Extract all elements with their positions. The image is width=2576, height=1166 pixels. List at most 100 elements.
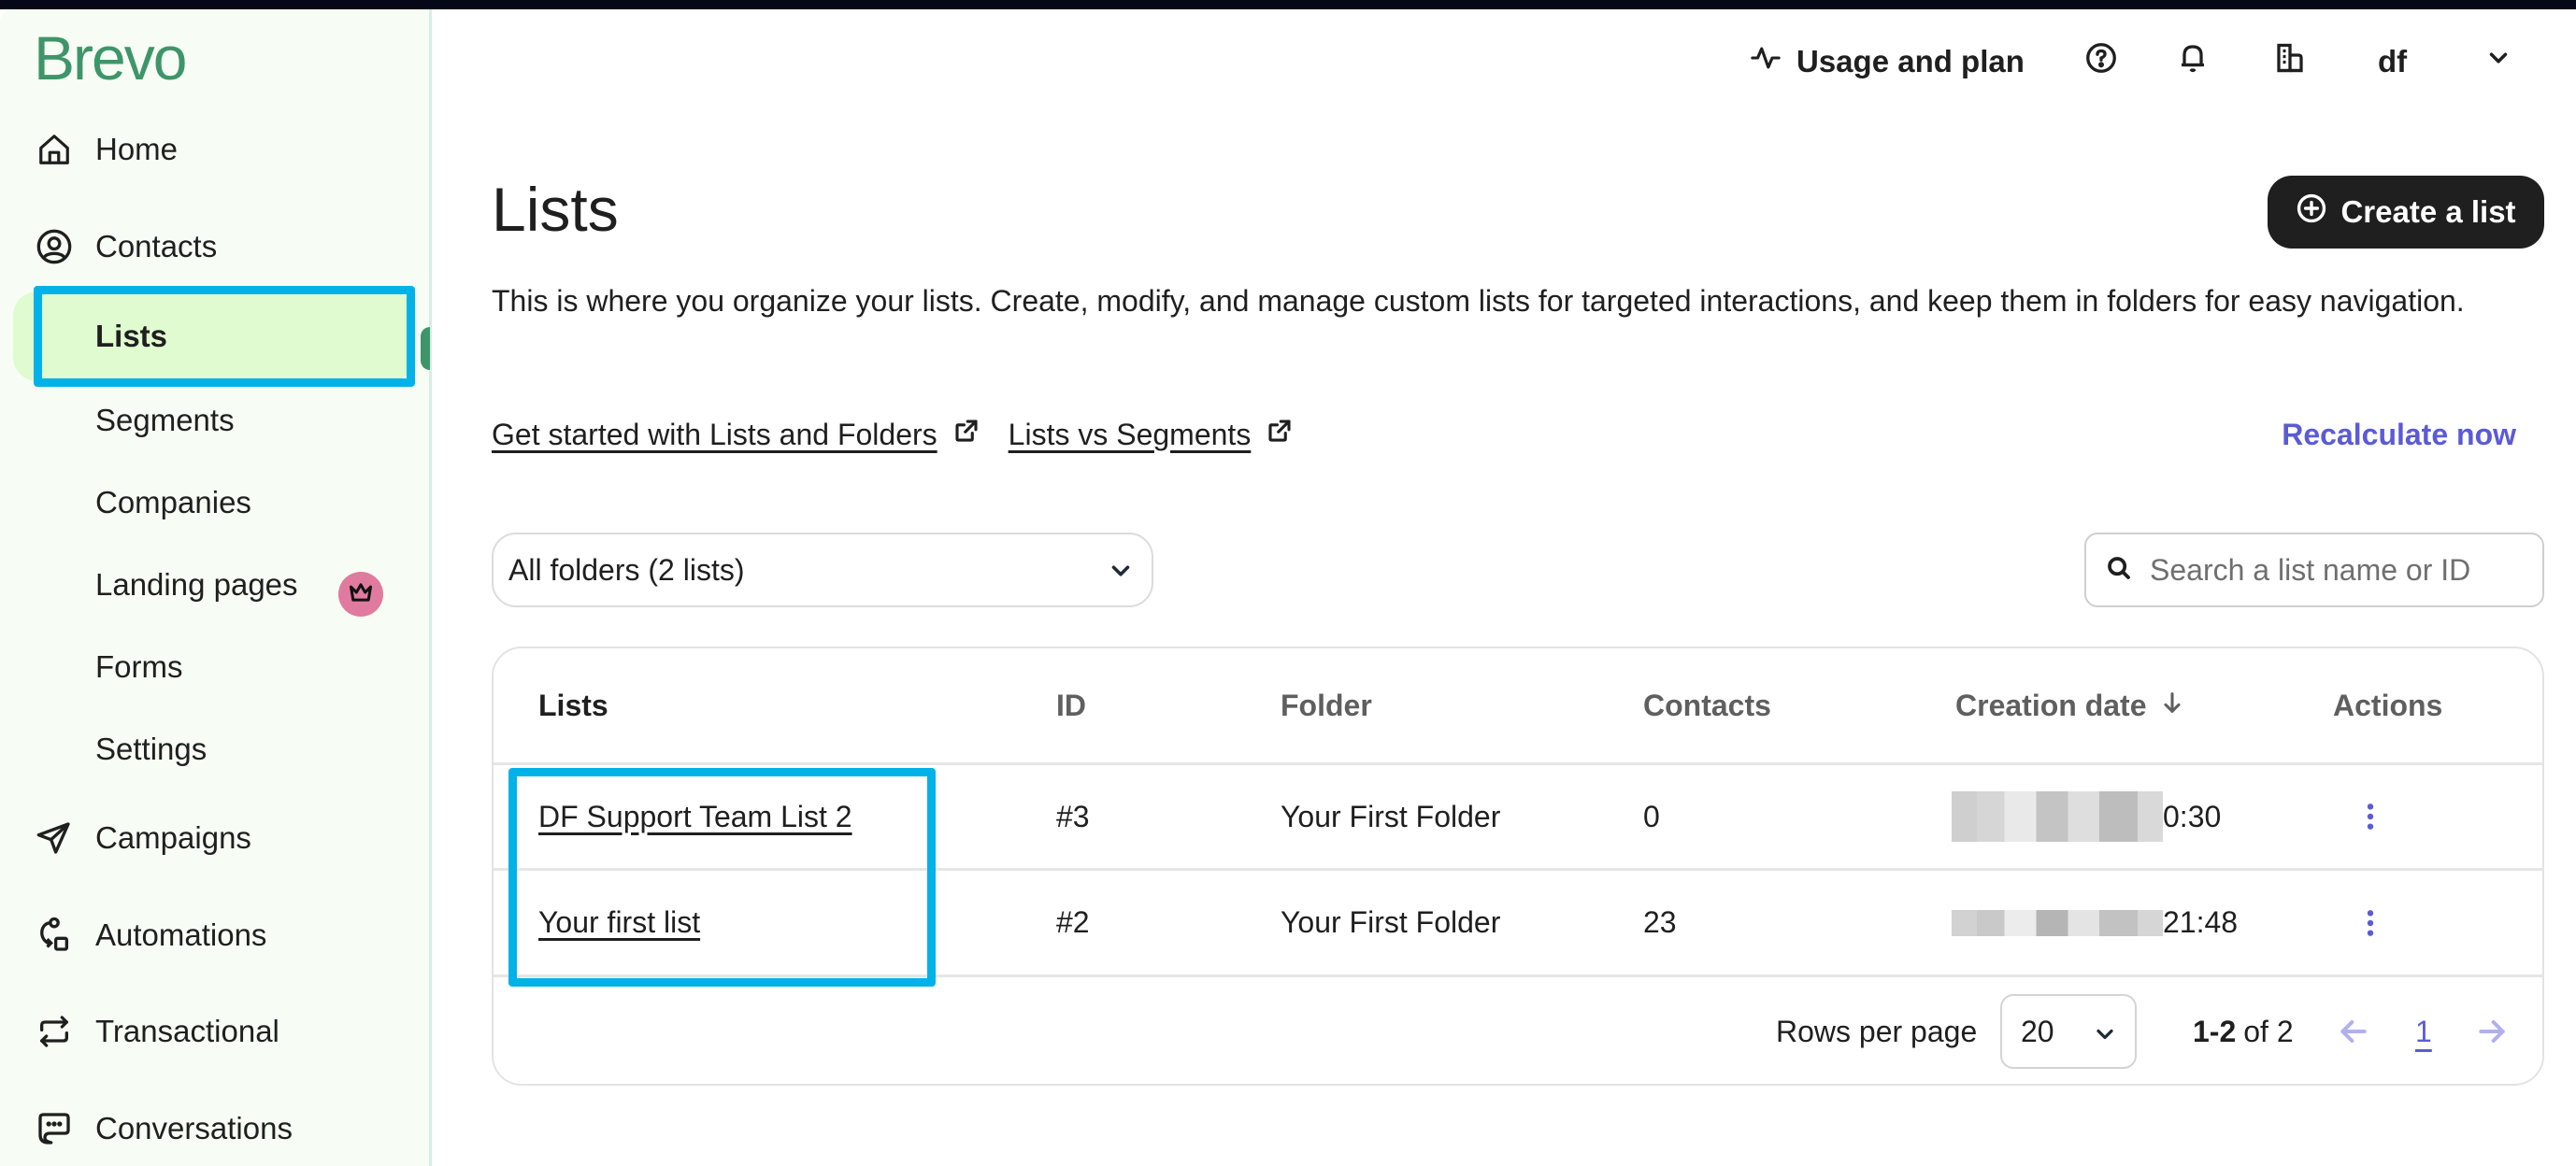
sidebar-item-label: Companies [95, 485, 251, 519]
page-number-button[interactable]: 1 [2415, 975, 2432, 1084]
bell-icon [2176, 41, 2210, 82]
range-total: of 2 [2243, 1014, 2294, 1048]
rows-per-page-value: 20 [2021, 1014, 2054, 1048]
sidebar-item-companies[interactable]: Companies [0, 475, 430, 531]
sidebar-item-label: Settings [95, 732, 208, 766]
list-contacts-count: 0 [1643, 799, 1660, 833]
folder-select[interactable]: All folders (2 lists) [492, 533, 1153, 607]
recalculate-now-button[interactable]: Recalculate now [2282, 411, 2516, 458]
sidebar-item-settings[interactable]: Settings [0, 721, 430, 777]
help-button[interactable] [2084, 34, 2118, 90]
sidebar-item-label: Transactional [95, 1014, 279, 1048]
user-circle-icon [34, 226, 75, 267]
sidebar-item-label: Forms [95, 649, 183, 684]
lists-vs-segments-link[interactable]: Lists vs Segments [1009, 417, 1295, 452]
help-circle-icon [2084, 41, 2118, 82]
pagination-bar: Rows per page 20 1-2 of 2 1 [494, 975, 2542, 1084]
column-header-actions: Actions [2333, 688, 2443, 722]
table-header-row: Lists ID Folder Contacts Creation date A… [494, 648, 2542, 765]
row-actions-button[interactable] [2352, 904, 2389, 942]
help-links: Get started with Lists and Folders Lists… [492, 411, 1294, 458]
building-icon [2273, 41, 2307, 82]
external-link-icon [952, 417, 980, 452]
sidebar-item-label: Contacts [95, 229, 218, 263]
rows-per-page-select[interactable]: 20 [2000, 994, 2137, 1069]
sidebar-item-segments[interactable]: Segments [0, 392, 430, 448]
creation-date-visible: 21:48 [2163, 905, 2239, 939]
list-folder: Your First Folder [1281, 905, 1501, 939]
sidebar-item-label: Lists [95, 319, 168, 353]
list-name-link[interactable]: DF Support Team List 2 [538, 800, 852, 834]
list-id: #2 [1056, 905, 1090, 939]
get-started-link-label: Get started with Lists and Folders [492, 417, 937, 451]
sidebar-item-automations[interactable]: Automations [0, 907, 430, 963]
row-actions-button[interactable] [2352, 798, 2389, 835]
kebab-menu-icon [2367, 909, 2374, 936]
organization-button[interactable] [2273, 34, 2307, 90]
table-row: DF Support Team List 2 #3 Your First Fol… [494, 765, 2542, 871]
table-row: Your first list #2 Your First Folder 23 … [494, 871, 2542, 977]
chevron-down-icon [2484, 44, 2512, 79]
range-bold: 1-2 [2193, 1014, 2237, 1048]
list-name-link[interactable]: Your first list [538, 905, 700, 940]
search-field[interactable] [2084, 533, 2544, 607]
list-creation-date: 0:30 [1952, 765, 2221, 868]
activity-pulse-icon [1750, 42, 1782, 81]
get-started-link[interactable]: Get started with Lists and Folders [492, 417, 980, 452]
next-page-button[interactable] [2473, 1013, 2511, 1050]
usage-and-plan-label: Usage and plan [1796, 44, 2025, 78]
external-link-icon [1266, 417, 1294, 452]
sidebar-item-label: Home [95, 132, 179, 166]
plus-circle-icon [2296, 192, 2327, 232]
list-creation-date: 21:48 [1952, 871, 2238, 974]
search-icon [2105, 554, 2133, 587]
search-input[interactable] [2150, 552, 2524, 588]
column-header-creation-date[interactable]: Creation date [1955, 648, 2185, 762]
sidebar-item-contacts[interactable]: Contacts [0, 219, 430, 275]
chevron-down-icon [2092, 1020, 2118, 1055]
column-header-contacts[interactable]: Contacts [1643, 648, 1771, 762]
usage-and-plan-button[interactable]: Usage and plan [1750, 34, 2025, 90]
sidebar-item-label: Conversations [95, 1111, 293, 1145]
crown-icon [348, 581, 374, 608]
column-header-lists[interactable]: Lists [538, 648, 608, 762]
creation-date-header-label: Creation date [1955, 688, 2147, 722]
sidebar-item-label: Campaigns [95, 820, 251, 855]
create-list-button[interactable]: Create a list [2268, 176, 2544, 249]
account-dropdown-toggle[interactable] [2484, 34, 2512, 90]
sort-descending-arrow-icon [2159, 689, 2185, 723]
list-contacts-count: 23 [1643, 905, 1677, 939]
folder-select-value: All folders (2 lists) [508, 552, 745, 587]
column-header-folder[interactable]: Folder [1281, 648, 1372, 762]
premium-badge [338, 572, 383, 617]
account-menu-button[interactable]: df [2378, 34, 2407, 90]
sidebar-item-conversations[interactable]: Conversations [0, 1101, 430, 1157]
brevo-logo[interactable]: Brevo [34, 22, 187, 93]
list-folder: Your First Folder [1281, 799, 1501, 833]
rows-per-page-label: Rows per page [1776, 1014, 1978, 1048]
automation-flow-icon [34, 915, 75, 956]
create-list-label: Create a list [2340, 194, 2516, 229]
chat-bubble-icon [34, 1108, 75, 1149]
sidebar-item-lists[interactable]: Lists [13, 292, 415, 381]
paper-plane-icon [34, 818, 75, 859]
account-label: df [2378, 44, 2408, 78]
notifications-button[interactable] [2176, 34, 2210, 90]
sidebar-item-label: Segments [95, 403, 235, 437]
sidebar-item-home[interactable]: Home [0, 121, 430, 178]
page-title: Lists [492, 175, 619, 244]
sidebar-item-transactional[interactable]: Transactional [0, 1003, 430, 1059]
sidebar-item-campaigns[interactable]: Campaigns [0, 810, 430, 866]
sidebar-item-forms[interactable]: Forms [0, 639, 430, 695]
page-description: This is where you organize your lists. C… [492, 284, 2465, 318]
arrow-left-icon [2340, 1020, 2367, 1043]
sidebar: Brevo Home Contacts Lists Segments Compa… [0, 9, 432, 1166]
sidebar-item-label: Landing pages [95, 567, 298, 602]
kebab-menu-icon [2367, 803, 2374, 830]
pagination-range: 1-2 of 2 [2193, 975, 2294, 1084]
arrows-exchange-icon [34, 1011, 75, 1052]
redacted-date [1952, 791, 2163, 842]
previous-page-button[interactable] [2335, 1013, 2372, 1050]
column-header-id[interactable]: ID [1056, 648, 1086, 762]
lists-table: Lists ID Folder Contacts Creation date A… [492, 647, 2544, 1086]
